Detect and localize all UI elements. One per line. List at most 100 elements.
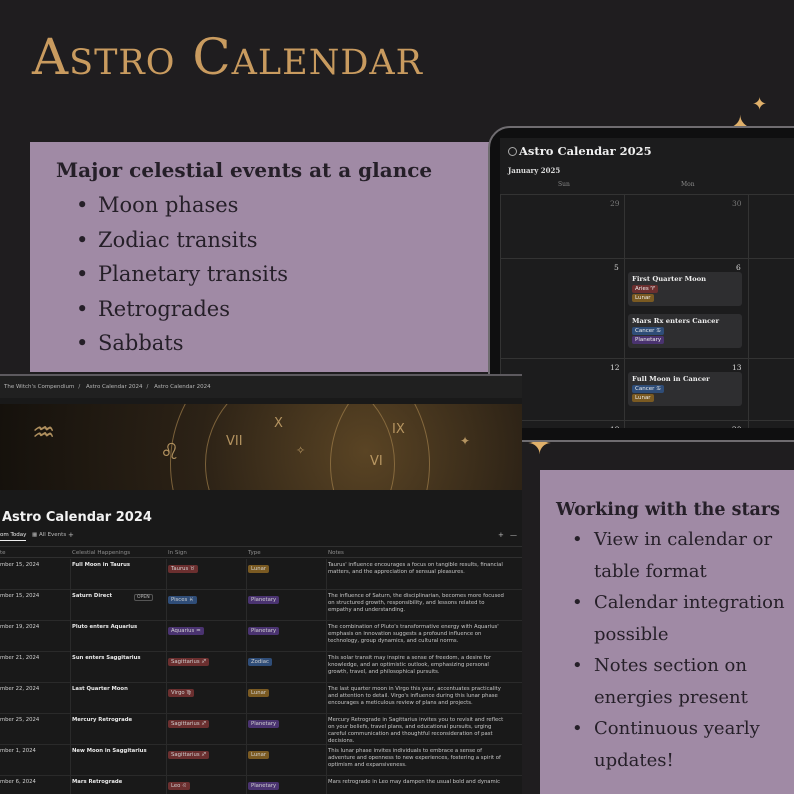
day-number[interactable]: 5 [614, 263, 619, 272]
column-divider [166, 559, 167, 590]
day-number[interactable]: 13 [732, 363, 742, 372]
open-button[interactable]: OPEN [134, 594, 153, 601]
event-cell[interactable]: Last Quarter Moon [72, 686, 128, 692]
weekday-sun: Sun [558, 181, 570, 188]
calendar-event[interactable]: First Quarter Moon Aries ♈ Lunar [628, 272, 742, 306]
column-divider [326, 745, 327, 776]
feature-item: Sabbats [76, 326, 500, 361]
day-number[interactable]: 6 [736, 263, 741, 272]
date-cell[interactable]: mber 25, 2024 [0, 717, 39, 723]
event-cell[interactable]: Saturn Direct [72, 593, 112, 599]
day-number[interactable]: 30 [732, 199, 742, 208]
column-divider [326, 590, 327, 621]
weekday-header: Sun Mon [500, 181, 794, 191]
sign-tag: Aries ♈ [632, 285, 659, 293]
breadcrumb-item[interactable]: The Witch's Compendium [4, 384, 74, 390]
event-title: Full Moon in Cancer [632, 375, 710, 383]
table-row[interactable]: mber 1, 2024 New Moon in Saggitarius Sagit… [0, 745, 522, 776]
notes-cell[interactable]: The last quarter moon in Virgo this year… [328, 686, 508, 707]
column-divider [166, 776, 167, 794]
event-cell[interactable]: Mercury Retrograde [72, 717, 132, 723]
event-title: Mars Rx enters Cancer [632, 317, 720, 325]
calendar-event[interactable]: Full Moon in Cancer Cancer ♋ Lunar [628, 372, 742, 406]
notes-cell[interactable]: This lunar phase invites individuals to … [328, 748, 508, 769]
sign-tag: Leo ♌ [168, 782, 190, 790]
feature-item: Planetary transits [76, 257, 500, 292]
table-row[interactable]: mber 22, 2024 Last Quarter Moon Virgo ♍ Lun… [0, 683, 522, 714]
column-date[interactable]: te [0, 550, 6, 556]
table-row[interactable]: mber 25, 2024 Mercury Retrograde Sagittari… [0, 714, 522, 745]
hero-title: Astro Calendar [32, 28, 424, 86]
weekday-mon: Mon [681, 181, 695, 188]
column-notes[interactable]: Notes [328, 550, 344, 556]
table-header: te Celestial Happenings In Sign Type Not… [0, 546, 522, 558]
aquarius-icon: ♒ [32, 418, 56, 448]
column-divider [246, 559, 247, 590]
feature-item: Moon phases [76, 188, 500, 223]
notes-cell[interactable]: The influence of Saturn, the disciplinar… [328, 593, 508, 614]
day-number[interactable]: 12 [610, 363, 620, 372]
date-cell[interactable]: mber 21, 2024 [0, 655, 39, 661]
breadcrumb-item[interactable]: Astro Calendar 2024 [86, 384, 143, 390]
column-divider [326, 776, 327, 794]
more-options-icon[interactable]: — [510, 531, 517, 539]
breadcrumb-item[interactable]: Astro Calendar 2024 [154, 384, 211, 390]
calendar-event[interactable]: Mars Rx enters Cancer Cancer ♋ Planetary [628, 314, 742, 348]
sign-tag: Sagittarius ♐ [168, 658, 210, 666]
date-cell[interactable]: mber 22, 2024 [0, 686, 39, 692]
moon-icon [508, 147, 517, 156]
day-number[interactable]: 29 [610, 199, 620, 208]
column-in-sign[interactable]: In Sign [168, 550, 187, 556]
table-app-window: The Witch's Compendium / Astro Calendar 2… [0, 374, 522, 794]
column-divider [246, 714, 247, 745]
type-tag: Zodiac [248, 658, 272, 666]
roman-numeral-icon: VII [226, 434, 243, 449]
add-row-icon[interactable]: + [498, 531, 504, 539]
table-row[interactable]: mber 19, 2024 Pluto enters Aquarius Aquari… [0, 621, 522, 652]
table-row[interactable]: mber 15, 2024 Saturn Direct Pisces ♓ Planet… [0, 590, 522, 621]
features-list: Moon phases Zodiac transits Planetary tr… [56, 188, 500, 361]
table-row[interactable]: mber 6, 2024 Mars Retrograde Leo ♌ Planetar… [0, 776, 522, 794]
leo-icon: ♌ [160, 440, 180, 465]
notes-cell[interactable]: This solar transit may inspire a sense o… [328, 655, 508, 676]
event-cell[interactable]: Full Moon in Taurus [72, 562, 130, 568]
add-view-button[interactable]: + [68, 531, 74, 539]
column-divider [246, 776, 247, 794]
tab-all-events[interactable]: All Events [39, 532, 66, 538]
event-cell[interactable]: Sun enters Saggitarius [72, 655, 141, 661]
notes-cell[interactable]: Taurus' influence encourages a focus on … [328, 562, 508, 576]
date-cell[interactable]: mber 19, 2024 [0, 624, 39, 630]
event-cell[interactable]: Mars Retrograde [72, 779, 122, 785]
event-cell[interactable]: Pluto enters Aquarius [72, 624, 137, 630]
sign-tag: Sagittarius ♐ [168, 751, 210, 759]
day-number[interactable]: 20 [732, 425, 742, 428]
day-number[interactable]: 19 [610, 425, 620, 428]
column-type[interactable]: Type [248, 550, 261, 556]
calendar-month[interactable]: January 2025 [508, 166, 560, 175]
column-divider [70, 745, 71, 776]
notes-cell[interactable]: Mars retrograde in Leo may dampen the us… [328, 779, 508, 786]
star-icon: ✦ [460, 434, 471, 448]
date-cell[interactable]: mber 1, 2024 [0, 748, 36, 754]
working-item: Notes section on energies present [572, 650, 794, 713]
grid-line [500, 358, 794, 359]
notes-cell[interactable]: The combination of Pluto's transformativ… [328, 624, 508, 645]
breadcrumb-separator: / [146, 384, 149, 390]
notes-cell[interactable]: Mercury Retrograde in Sagittarius invite… [328, 717, 508, 745]
date-cell[interactable]: mber 15, 2024 [0, 562, 39, 568]
date-cell[interactable]: mber 6, 2024 [0, 779, 36, 785]
tab-from-today[interactable]: om Today [0, 532, 27, 541]
sign-tag: Aquarius ♒ [168, 627, 204, 635]
column-divider [326, 652, 327, 683]
table-row[interactable]: mber 21, 2024 Sun enters Saggitarius Sagit… [0, 652, 522, 683]
table-row[interactable]: mber 15, 2024 Full Moon in Taurus Taurus ♉… [0, 559, 522, 590]
column-divider [246, 590, 247, 621]
type-tag: Lunar [248, 751, 269, 759]
roman-numeral-icon: IX [392, 422, 405, 437]
column-divider [166, 714, 167, 745]
column-divider [246, 621, 247, 652]
column-celestial-happenings[interactable]: Celestial Happenings [72, 550, 130, 556]
event-cell[interactable]: New Moon in Saggitarius [72, 748, 147, 754]
date-cell[interactable]: mber 15, 2024 [0, 593, 39, 599]
grid-line [500, 420, 794, 421]
